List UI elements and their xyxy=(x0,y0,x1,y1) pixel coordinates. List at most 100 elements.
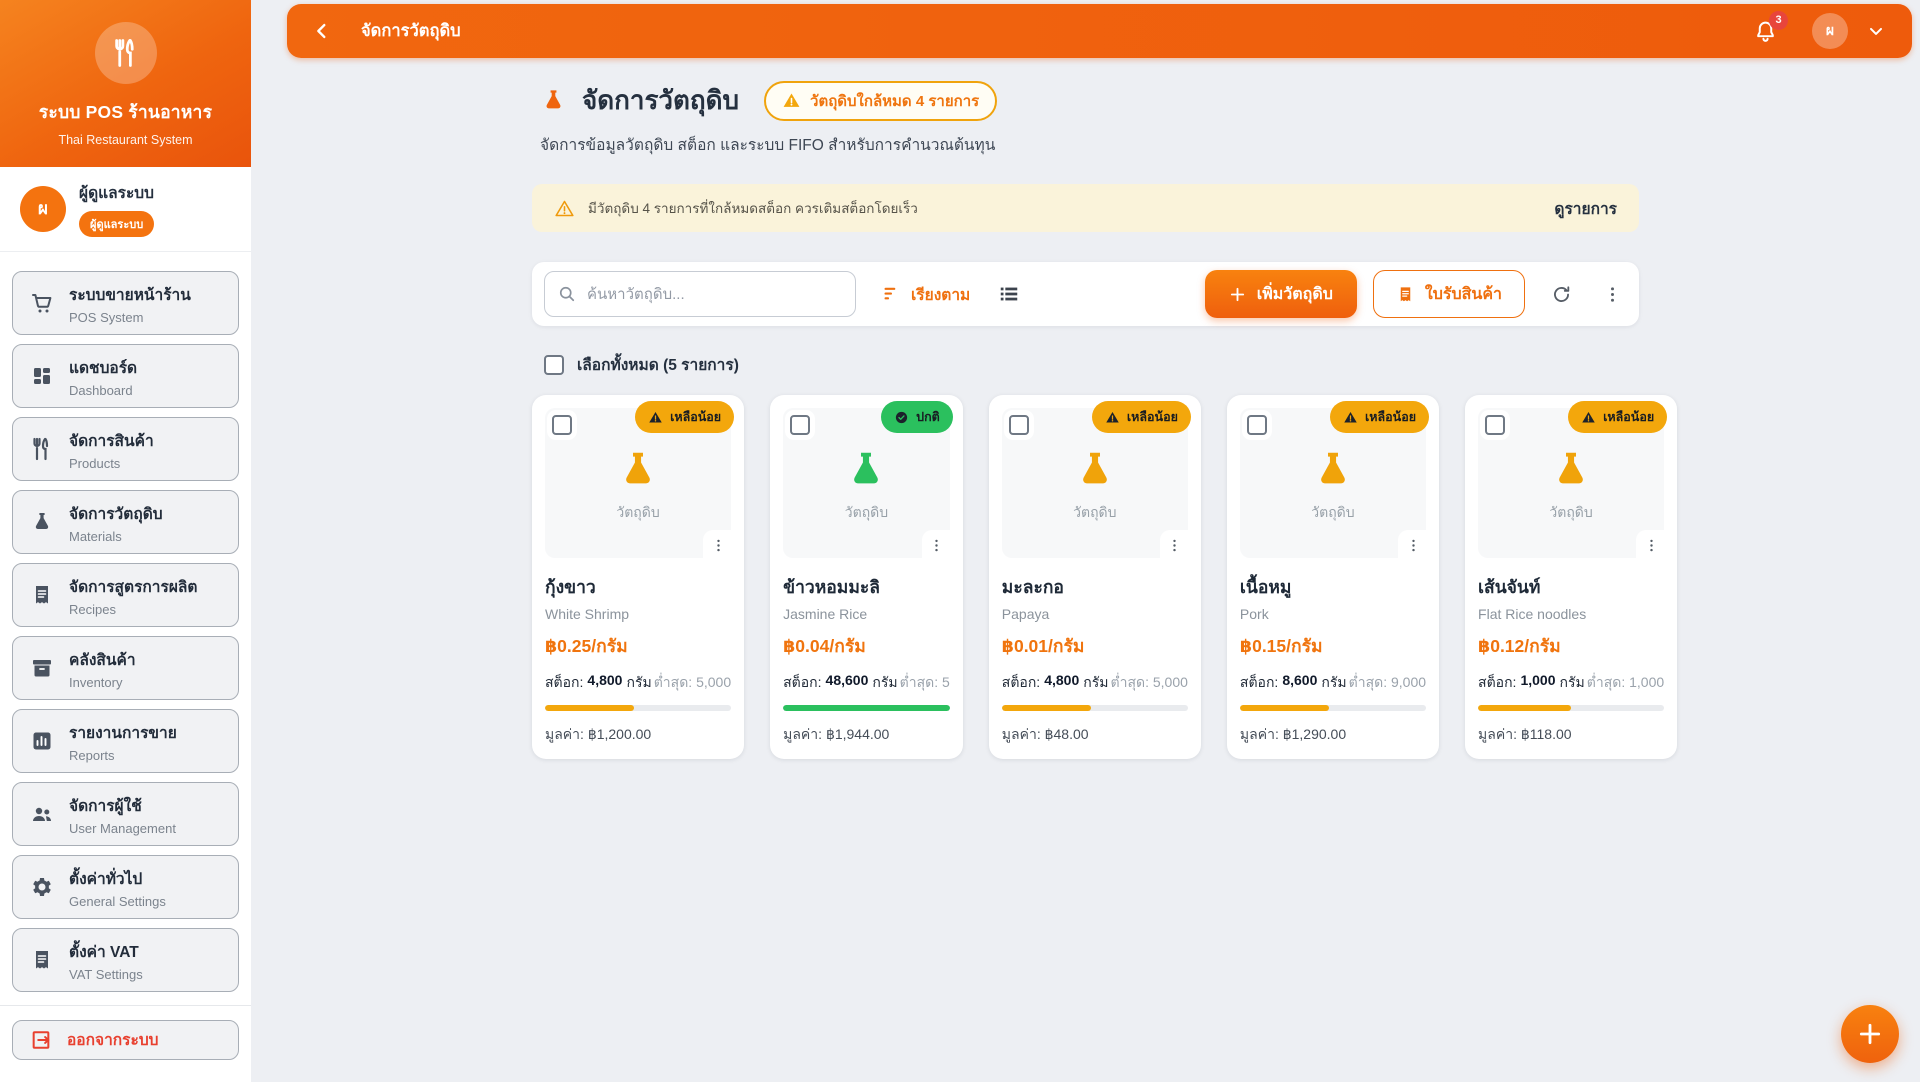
app-subtitle: Thai Restaurant System xyxy=(16,133,235,147)
material-checkbox[interactable] xyxy=(790,415,810,435)
sidebar-item-materials[interactable]: จัดการวัตถุดิบ Materials xyxy=(12,490,239,554)
kebab-icon xyxy=(928,537,945,554)
sidebar-item-sublabel: Materials xyxy=(69,529,163,544)
warning-icon xyxy=(1105,410,1120,425)
gear-icon xyxy=(30,875,54,899)
logout-icon xyxy=(30,1029,52,1051)
material-card: เหลือน้อย วัตถุดิบ มะละกอ Papaya ฿0.01/ก… xyxy=(989,395,1201,759)
material-checkbox[interactable] xyxy=(1485,415,1505,435)
material-price: ฿0.04/กรัม xyxy=(783,632,950,660)
material-name-en: White Shrimp xyxy=(545,606,731,622)
goods-receipt-button[interactable]: ใบรับสินค้า xyxy=(1373,270,1525,318)
sidebar-item-label: จัดการวัตถุดิบ xyxy=(69,506,163,523)
kebab-icon xyxy=(710,537,727,554)
account-menu-button[interactable] xyxy=(1862,17,1890,45)
notifications-button[interactable]: 3 xyxy=(1749,15,1782,48)
refresh-button[interactable] xyxy=(1547,280,1576,309)
card-menu-button[interactable] xyxy=(1398,530,1428,560)
material-value: มูลค่า: ฿1,944.00 xyxy=(783,724,950,746)
low-stock-count-badge[interactable]: วัตถุดิบใกล้หมด 4 รายการ xyxy=(764,81,997,121)
back-button[interactable] xyxy=(305,14,339,48)
sidebar-item-vat-settings[interactable]: ตั้งค่า VAT VAT Settings xyxy=(12,928,239,992)
sidebar-divider xyxy=(0,1005,251,1006)
flask-icon xyxy=(843,447,889,493)
material-name: เนื้อหมู xyxy=(1240,573,1426,601)
sidebar-item-inventory[interactable]: คลังสินค้า Inventory xyxy=(12,636,239,700)
list-view-icon xyxy=(998,283,1020,305)
restaurant-logo-icon xyxy=(95,22,157,84)
sidebar-item-label: จัดการสูตรการผลิต xyxy=(69,579,197,596)
chevron-down-icon xyxy=(1866,21,1886,41)
material-card: เหลือน้อย วัตถุดิบ เส้นจันท์ Flat Rice n… xyxy=(1465,395,1677,759)
card-menu-button[interactable] xyxy=(1160,530,1190,560)
sidebar-item-sublabel: POS System xyxy=(69,310,191,325)
stock-progress xyxy=(1240,705,1426,711)
sidebar-item-label: จัดการผู้ใช้ xyxy=(69,798,142,815)
warning-icon xyxy=(782,91,801,110)
sidebar-item-sublabel: Products xyxy=(69,456,154,471)
flask-icon xyxy=(30,510,54,534)
sidebar-item-recipes[interactable]: จัดการสูตรการผลิต Recipes xyxy=(12,563,239,627)
status-badge: เหลือน้อย xyxy=(1330,401,1429,433)
sidebar-item-users[interactable]: จัดการผู้ใช้ User Management xyxy=(12,782,239,846)
material-price: ฿0.12/กรัม xyxy=(1478,632,1664,660)
material-checkbox[interactable] xyxy=(1009,415,1029,435)
appbar-avatar[interactable]: ผ xyxy=(1812,13,1848,49)
material-value: มูลค่า: ฿1,290.00 xyxy=(1240,724,1426,746)
material-checkbox[interactable] xyxy=(1247,415,1267,435)
sidebar-item-dashboard[interactable]: แดชบอร์ด Dashboard xyxy=(12,344,239,408)
flask-icon xyxy=(1548,447,1594,493)
stock-progress-fill xyxy=(1478,705,1571,711)
search-icon xyxy=(557,284,577,304)
card-menu-button[interactable] xyxy=(703,530,733,560)
logout-button[interactable]: ออกจากระบบ xyxy=(12,1020,239,1060)
check-circle-icon xyxy=(894,410,909,425)
stock-row: สต็อก:4,800กรัม ต่ำสุด: 5,000 xyxy=(1002,672,1188,694)
page-header: จัดการวัตถุดิบ วัตถุดิบใกล้หมด 4 รายการ xyxy=(532,80,1639,121)
flask-icon xyxy=(540,87,567,114)
material-value: มูลค่า: ฿118.00 xyxy=(1478,724,1664,746)
archive-icon xyxy=(30,656,54,680)
card-menu-button[interactable] xyxy=(922,530,952,560)
stock-progress-fill xyxy=(783,705,950,711)
material-thumbnail: เหลือน้อย วัตถุดิบ xyxy=(1240,408,1426,558)
utensils-icon xyxy=(30,437,54,461)
stock-progress xyxy=(1478,705,1664,711)
select-all-control[interactable]: เลือกทั้งหมด (5 รายการ) xyxy=(544,352,1639,377)
add-material-button[interactable]: เพิ่มวัตถุดิบ xyxy=(1205,270,1357,318)
search-input[interactable] xyxy=(544,271,856,317)
material-name-en: Papaya xyxy=(1002,606,1188,622)
list-view-toggle[interactable] xyxy=(998,283,1020,305)
sidebar-item-sublabel: VAT Settings xyxy=(69,967,143,982)
sidebar-item-label: ตั้งค่าทั่วไป xyxy=(69,871,142,888)
sidebar-item-general-settings[interactable]: ตั้งค่าทั่วไป General Settings xyxy=(12,855,239,919)
sidebar-item-reports[interactable]: รายงานการขาย Reports xyxy=(12,709,239,773)
sidebar-item-label: รายงานการขาย xyxy=(69,725,177,742)
sidebar-item-products[interactable]: จัดการสินค้า Products xyxy=(12,417,239,481)
sidebar-item-pos[interactable]: ระบบขายหน้าร้าน POS System xyxy=(12,271,239,335)
select-all-checkbox[interactable] xyxy=(544,355,564,375)
sidebar: ระบบ POS ร้านอาหาร Thai Restaurant Syste… xyxy=(0,0,251,1082)
main-area: จัดการวัตถุดิบ 3 ผ จัดการวัตถุดิบ วัตถุด… xyxy=(251,0,1920,1082)
material-name: ข้าวหอมมะลิ xyxy=(783,573,950,601)
warning-icon xyxy=(648,410,663,425)
thumbnail-label: วัตถุดิบ xyxy=(1073,502,1116,524)
material-checkbox[interactable] xyxy=(552,415,572,435)
material-name-en: Jasmine Rice xyxy=(783,606,950,622)
thumbnail-label: วัตถุดิบ xyxy=(616,502,659,524)
material-name: กุ้งขาว xyxy=(545,573,731,601)
cart-icon xyxy=(30,291,54,315)
stock-progress-fill xyxy=(1240,705,1329,711)
sidebar-item-sublabel: Inventory xyxy=(69,675,136,690)
card-menu-button[interactable] xyxy=(1636,530,1666,560)
thumbnail-label: วัตถุดิบ xyxy=(845,502,888,524)
stock-progress xyxy=(783,705,950,711)
toolbar-more-button[interactable] xyxy=(1598,280,1627,309)
warning-icon xyxy=(1581,410,1596,425)
material-price: ฿0.15/กรัม xyxy=(1240,632,1426,660)
sidebar-header: ระบบ POS ร้านอาหาร Thai Restaurant Syste… xyxy=(0,0,251,167)
sidebar-item-label: แดชบอร์ด xyxy=(69,360,137,377)
add-material-fab[interactable] xyxy=(1841,1005,1899,1063)
view-list-button[interactable]: ดูรายการ xyxy=(1554,196,1617,221)
sort-button[interactable]: เรียงตาม xyxy=(882,282,970,307)
